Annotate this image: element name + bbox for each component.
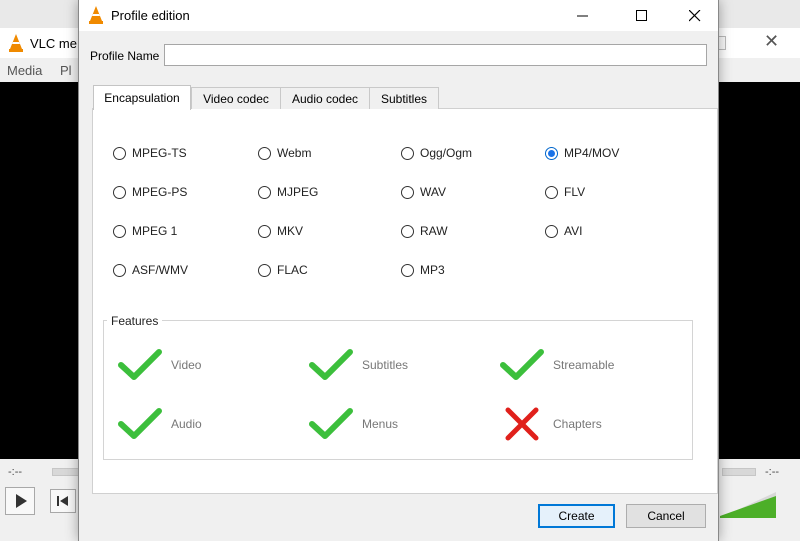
radio-button-icon <box>401 263 414 277</box>
minimize-button[interactable] <box>560 0 606 31</box>
menu-playback[interactable]: Pl <box>60 63 72 78</box>
radio-button-icon <box>258 146 271 160</box>
play-icon <box>16 494 27 508</box>
radio-button-icon <box>401 146 414 160</box>
profile-name-label: Profile Name <box>90 49 160 63</box>
play-button[interactable] <box>5 487 35 515</box>
radio-asf-wmv[interactable]: ASF/WMV <box>113 263 188 277</box>
radio-label: MPEG 1 <box>132 224 178 238</box>
features-title: Features <box>107 314 163 328</box>
radio-label: MPEG-TS <box>132 146 187 160</box>
volume-slider[interactable] <box>718 490 778 520</box>
radio-button-icon <box>113 224 126 238</box>
radio-mp3[interactable]: MP3 <box>401 263 445 277</box>
cross-icon <box>505 407 539 441</box>
radio-flac[interactable]: FLAC <box>258 263 308 277</box>
minimize-icon <box>577 15 588 16</box>
radio-button-icon <box>113 185 126 199</box>
radio-button-icon <box>545 224 558 238</box>
radio-label: MJPEG <box>277 185 319 199</box>
elapsed-time: -:-- <box>8 466 23 478</box>
check-icon <box>309 349 353 380</box>
profile-name-input[interactable] <box>164 44 707 66</box>
previous-button[interactable] <box>50 489 76 513</box>
radio-label: MP4/MOV <box>564 146 620 160</box>
tab-subtitles[interactable]: Subtitles <box>369 87 439 109</box>
feature-label: Chapters <box>553 417 602 431</box>
tab-video-codec[interactable]: Video codec <box>191 87 281 109</box>
radio-label: Webm <box>277 146 312 160</box>
feature-subtitles: Subtitles <box>308 347 408 383</box>
radio-label: AVI <box>564 224 583 238</box>
dialog-title: Profile edition <box>111 8 190 23</box>
feature-chapters: Chapters <box>499 406 602 442</box>
radio-label: Ogg/Ogm <box>420 146 473 160</box>
feature-audio: Audio <box>117 406 202 442</box>
radio-label: ASF/WMV <box>132 263 188 277</box>
radio-button-icon <box>113 146 126 160</box>
radio-button-icon <box>401 224 414 238</box>
radio-button-icon <box>258 185 271 199</box>
radio-label: FLV <box>564 185 586 199</box>
radio-mpeg-1[interactable]: MPEG 1 <box>113 224 177 238</box>
check-icon <box>500 349 544 380</box>
create-button[interactable]: Create <box>538 504 615 528</box>
radio-label: FLAC <box>277 263 308 277</box>
previous-icon <box>57 496 68 506</box>
radio-button-icon <box>113 263 126 277</box>
vlc-cone-icon <box>9 34 23 52</box>
feature-label: Audio <box>171 417 202 431</box>
radio-label: RAW <box>420 224 448 238</box>
menu-media[interactable]: Media <box>7 63 42 78</box>
radio-button-selected-icon <box>545 146 558 160</box>
feature-video: Video <box>117 347 201 383</box>
profile-edition-dialog: Profile edition Profile Name Encapsulati… <box>78 0 719 541</box>
check-icon <box>118 349 162 380</box>
radio-button-icon <box>258 224 271 238</box>
vlc-close-icon[interactable]: ✕ <box>764 31 779 52</box>
close-button[interactable] <box>672 0 718 31</box>
vlc-cone-icon <box>89 6 103 24</box>
radio-avi[interactable]: AVI <box>545 224 582 238</box>
radio-flv[interactable]: FLV <box>545 185 585 199</box>
radio-label: MPEG-PS <box>132 185 188 199</box>
radio-button-icon <box>258 263 271 277</box>
tab-encapsulation[interactable]: Encapsulation <box>93 85 191 110</box>
radio-mpeg-ps[interactable]: MPEG-PS <box>113 185 187 199</box>
radio-wav[interactable]: WAV <box>401 185 446 199</box>
tab-audio-codec[interactable]: Audio codec <box>280 87 370 109</box>
radio-mjpeg[interactable]: MJPEG <box>258 185 318 199</box>
check-icon <box>118 408 162 439</box>
radio-mp4-mov[interactable]: MP4/MOV <box>545 146 619 160</box>
feature-label: Menus <box>362 417 399 431</box>
feature-streamable: Streamable <box>499 347 614 383</box>
radio-button-icon <box>545 185 558 199</box>
seek-bar-end[interactable] <box>722 468 756 476</box>
radio-webm[interactable]: Webm <box>258 146 311 160</box>
seek-bar[interactable] <box>52 468 80 476</box>
vlc-window-title: VLC me <box>30 36 77 51</box>
cancel-button[interactable]: Cancel <box>626 504 706 528</box>
radio-label: MP3 <box>420 263 445 277</box>
feature-label: Video <box>171 358 202 372</box>
radio-mpeg-ts[interactable]: MPEG-TS <box>113 146 187 160</box>
feature-label: Subtitles <box>362 358 409 372</box>
close-icon <box>689 9 701 21</box>
radio-mkv[interactable]: MKV <box>258 224 303 238</box>
radio-label: MKV <box>277 224 304 238</box>
maximize-button[interactable] <box>619 0 665 31</box>
radio-ogg-ogm[interactable]: Ogg/Ogm <box>401 146 472 160</box>
check-icon <box>309 408 353 439</box>
radio-raw[interactable]: RAW <box>401 224 448 238</box>
maximize-icon <box>636 9 647 21</box>
radio-button-icon <box>401 185 414 199</box>
feature-label: Streamable <box>553 358 615 372</box>
radio-label: WAV <box>420 185 446 199</box>
feature-menus: Menus <box>308 406 398 442</box>
remaining-time: -:-- <box>765 466 780 478</box>
